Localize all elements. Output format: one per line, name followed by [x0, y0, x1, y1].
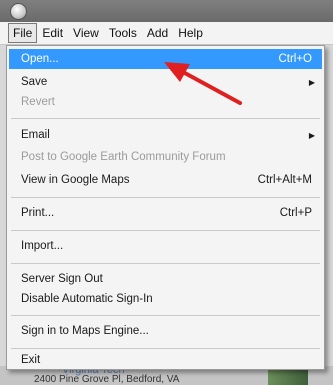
menu-tools[interactable]: Tools — [104, 22, 142, 44]
menu-item-disable-auto-signin[interactable]: Disable Automatic Sign-In — [9, 289, 322, 309]
menu-item-import[interactable]: Import... — [9, 236, 322, 256]
sign-in-maps-engine-label: Sign in to Maps Engine... — [21, 325, 149, 337]
menu-item-revert: Revert — [9, 92, 322, 112]
post-forum-label: Post to Google Earth Community Forum — [21, 151, 226, 163]
open-label: Open... — [21, 53, 59, 65]
open-shortcut: Ctrl+O — [278, 53, 312, 65]
menu-item-exit[interactable]: Exit — [9, 350, 322, 370]
menu-item-save[interactable]: Save ▶ — [9, 72, 322, 92]
email-label: Email — [21, 129, 50, 141]
print-shortcut: Ctrl+P — [279, 207, 312, 219]
menu-separator — [11, 263, 320, 264]
exit-label: Exit — [21, 354, 41, 366]
file-dropdown-menu: Open... Ctrl+O Save ▶ Revert Email ▶ Pos… — [6, 45, 325, 370]
menu-item-view-in-google-maps[interactable]: View in Google Maps Ctrl+Alt+M — [9, 170, 322, 190]
submenu-arrow-icon: ▶ — [308, 77, 315, 87]
menu-separator — [11, 118, 320, 119]
window-titlebar — [0, 0, 333, 22]
save-label: Save — [21, 76, 48, 88]
view-maps-label: View in Google Maps — [21, 174, 130, 186]
menu-separator — [11, 230, 320, 231]
menu-bar: File Edit View Tools Add Help — [0, 22, 333, 45]
menu-file[interactable]: File — [8, 23, 38, 43]
server-sign-out-label: Server Sign Out — [21, 273, 103, 285]
menu-item-post-forum: Post to Google Earth Community Forum — [9, 147, 322, 167]
menu-item-server-sign-out[interactable]: Server Sign Out — [9, 269, 322, 289]
menu-item-print[interactable]: Print... Ctrl+P — [9, 203, 322, 223]
background-place-address: 2400 Pine Grove Pl, Bedford, VA — [34, 374, 180, 385]
print-label: Print... — [21, 207, 55, 219]
menu-item-open[interactable]: Open... Ctrl+O — [9, 49, 322, 69]
menu-add[interactable]: Add — [142, 22, 173, 44]
menu-edit[interactable]: Edit — [37, 22, 68, 44]
menu-separator — [11, 348, 320, 349]
menu-help[interactable]: Help — [173, 22, 208, 44]
menu-separator — [11, 197, 320, 198]
google-earth-app-icon — [10, 3, 27, 20]
disable-auto-signin-label: Disable Automatic Sign-In — [21, 293, 153, 305]
import-label: Import... — [21, 240, 64, 252]
submenu-arrow-icon: ▶ — [308, 130, 315, 140]
menu-separator — [11, 315, 320, 316]
menu-item-email[interactable]: Email ▶ — [9, 125, 322, 145]
menu-item-sign-in-maps-engine[interactable]: Sign in to Maps Engine... — [9, 321, 322, 341]
view-maps-shortcut: Ctrl+Alt+M — [257, 174, 312, 186]
revert-label: Revert — [21, 96, 55, 108]
menu-view[interactable]: View — [68, 22, 104, 44]
